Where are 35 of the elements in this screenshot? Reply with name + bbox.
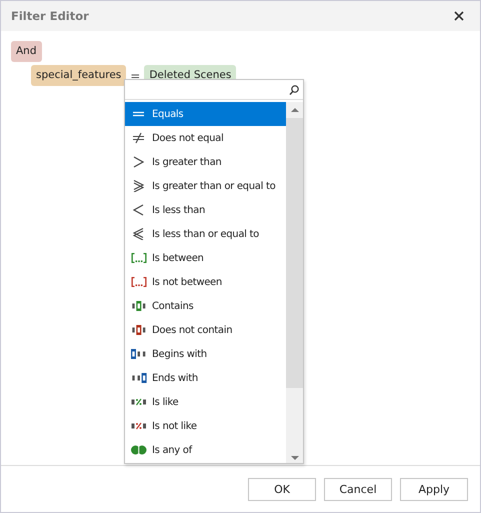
- operator-option[interactable]: Is like: [125, 390, 286, 414]
- scroll-up-icon[interactable]: [290, 107, 298, 113]
- greater-than-icon: [131, 156, 147, 168]
- field-chip[interactable]: special_features: [31, 65, 126, 86]
- operator-option[interactable]: Contains: [125, 294, 286, 318]
- operator-option[interactable]: Is any of: [125, 438, 286, 462]
- search-icon: [289, 84, 299, 96]
- group-operator-chip[interactable]: And: [11, 41, 42, 62]
- operator-option[interactable]: Is not between: [125, 270, 286, 294]
- scroll-down-icon[interactable]: [290, 455, 298, 461]
- ok-button[interactable]: OK: [248, 478, 316, 500]
- operator-option[interactable]: Does not contain: [125, 318, 286, 342]
- operator-option[interactable]: Is less than or equal to: [125, 222, 286, 246]
- not-equal-icon: [131, 132, 147, 144]
- scrollbar[interactable]: [286, 102, 303, 463]
- pattern-icon: [131, 396, 147, 408]
- operator-chip[interactable]: =: [130, 68, 140, 82]
- scroll-thumb[interactable]: [286, 118, 303, 388]
- bracket-icon: [131, 276, 147, 288]
- bracket-icon: [131, 252, 147, 264]
- apply-button[interactable]: Apply: [400, 478, 468, 500]
- operator-option[interactable]: Begins with: [125, 342, 286, 366]
- pattern-icon: [131, 420, 147, 432]
- operator-option[interactable]: Is greater than or equal to: [125, 174, 286, 198]
- operator-option[interactable]: Does not equal: [125, 126, 286, 150]
- close-icon[interactable]: [454, 11, 464, 21]
- operator-option[interactable]: Is not like: [125, 414, 286, 438]
- operator-option[interactable]: Equals: [125, 102, 286, 126]
- operator-option[interactable]: Is greater than: [125, 150, 286, 174]
- operator-option[interactable]: Is less than: [125, 198, 286, 222]
- window-title: Filter Editor: [11, 9, 89, 23]
- operator-option[interactable]: Ends with: [125, 366, 286, 390]
- operator-option[interactable]: Is between: [125, 246, 286, 270]
- circles-icon: [131, 444, 147, 456]
- cancel-button[interactable]: Cancel: [324, 478, 392, 500]
